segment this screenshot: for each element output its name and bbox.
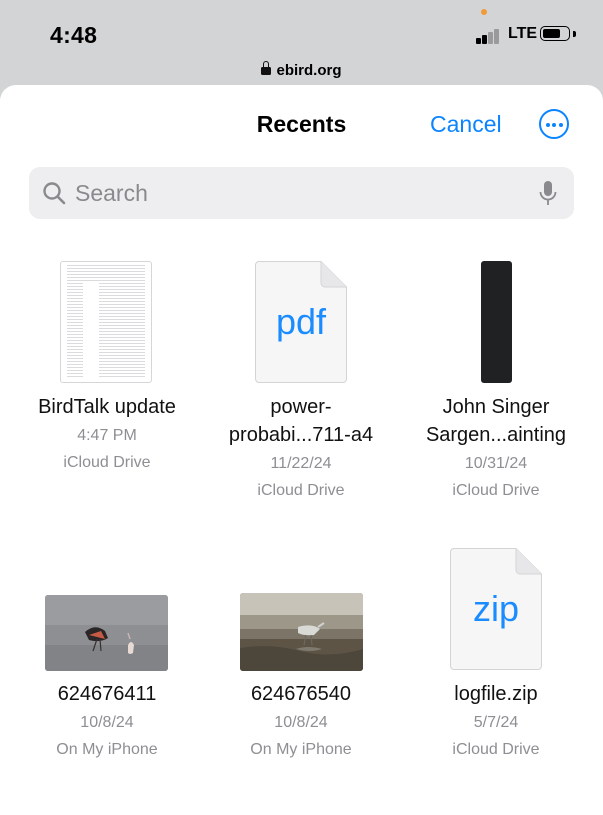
status-time: 4:48 bbox=[50, 22, 98, 48]
cellular-signal-icon bbox=[476, 26, 504, 44]
search-icon bbox=[43, 182, 66, 205]
browser-url[interactable]: ebird.org bbox=[0, 61, 603, 79]
zip-label: zip bbox=[472, 588, 520, 629]
network-type: LTE bbox=[508, 25, 538, 42]
file-item[interactable]: John Singer Sargen...ainting 10/31/24 iC… bbox=[401, 261, 591, 511]
lock-icon bbox=[261, 61, 272, 75]
document-thumbnail bbox=[60, 261, 152, 383]
url-text: ebird.org bbox=[276, 62, 342, 79]
bird-photo-thumbnail bbox=[45, 595, 168, 671]
status-bar: 4:48 LTE bbox=[0, 0, 603, 62]
file-name-line-2: probabi...711-a4 bbox=[228, 424, 374, 446]
battery-icon bbox=[540, 26, 570, 41]
search-input[interactable] bbox=[75, 167, 515, 219]
search-bar[interactable] bbox=[29, 167, 574, 219]
battery-tip bbox=[573, 31, 576, 37]
file-picker-sheet: Recents Cancel BirdTalk update 4:47 PM i… bbox=[0, 85, 603, 815]
file-item[interactable]: zip logfile.zip 5/7/24 iCloud Drive bbox=[401, 548, 591, 765]
sheet-title: Recents bbox=[256, 111, 347, 137]
file-date: 5/7/24 bbox=[473, 714, 519, 731]
file-item[interactable]: 624676540 10/8/24 On My iPhone bbox=[206, 593, 396, 765]
file-item[interactable]: 624676411 10/8/24 On My iPhone bbox=[12, 595, 202, 765]
file-name-line-1: power- bbox=[270, 396, 332, 418]
file-name: BirdTalk update bbox=[38, 396, 176, 418]
file-date: 11/22/24 bbox=[270, 455, 332, 472]
pdf-label: pdf bbox=[275, 301, 327, 342]
microphone-icon[interactable] bbox=[539, 180, 557, 206]
file-date: 4:47 PM bbox=[77, 427, 137, 444]
image-thumbnail bbox=[481, 261, 512, 383]
privacy-indicator-dot bbox=[481, 9, 487, 15]
file-name-line-2: Sargen...ainting bbox=[425, 424, 567, 446]
file-item[interactable]: pdf power- probabi...711-a4 11/22/24 iCl… bbox=[206, 261, 396, 511]
file-location: iCloud Drive bbox=[257, 482, 345, 499]
cancel-button[interactable]: Cancel bbox=[430, 111, 502, 138]
more-options-icon[interactable] bbox=[539, 109, 569, 139]
file-location: iCloud Drive bbox=[452, 741, 540, 758]
file-location: On My iPhone bbox=[56, 741, 158, 758]
file-item[interactable]: BirdTalk update 4:47 PM iCloud Drive bbox=[12, 261, 202, 481]
file-name: 624676540 bbox=[250, 683, 352, 705]
file-name: 624676411 bbox=[57, 683, 157, 705]
file-name: logfile.zip bbox=[454, 683, 538, 705]
file-date: 10/8/24 bbox=[274, 714, 328, 731]
bird-photo-thumbnail bbox=[240, 593, 363, 671]
file-location: iCloud Drive bbox=[63, 454, 151, 471]
file-date: 10/31/24 bbox=[464, 455, 528, 472]
file-location: iCloud Drive bbox=[452, 482, 540, 499]
file-name-line-1: John Singer bbox=[442, 396, 550, 418]
file-date: 10/8/24 bbox=[80, 714, 134, 731]
file-location: On My iPhone bbox=[250, 741, 352, 758]
